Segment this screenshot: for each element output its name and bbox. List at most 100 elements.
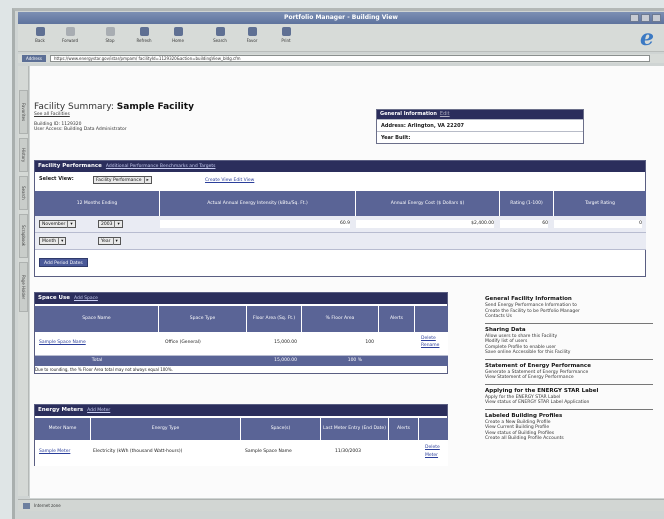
tab-history[interactable]: History — [19, 138, 28, 172]
sidebar-link[interactable]: View status of ENERGY STAR Label Applica… — [485, 400, 653, 406]
table-row: Sample Space Name Office (General) 15,00… — [35, 332, 448, 356]
chevron-down-icon: ▾ — [114, 221, 120, 228]
col-space-name: Space Name — [35, 306, 159, 332]
general-info-header: General Information Edit — [377, 110, 583, 119]
intensity-value: 60.9 — [160, 220, 350, 228]
year-select-value: 2003 — [101, 222, 113, 227]
favorites-button[interactable]: Favor — [240, 27, 264, 43]
sidebar-link[interactable]: Save online Accessible for this Facility — [485, 350, 653, 356]
performance-title: Facility Performance — [38, 163, 102, 169]
divider — [485, 322, 653, 324]
page-content: Facility Summary: Sample Facility See al… — [30, 66, 664, 498]
chevron-down-icon: ▾ — [112, 238, 118, 245]
facility-name: Sample Facility — [116, 102, 194, 112]
back-label: Back — [35, 38, 45, 43]
search-label: Search — [213, 38, 227, 43]
total-pct: 100 % — [347, 358, 362, 363]
close-button[interactable] — [652, 14, 661, 22]
view-select-value: Facility Performance — [96, 178, 142, 183]
col-space-type: Space Type — [159, 306, 247, 332]
forward-label: Forward — [61, 38, 79, 43]
space-rename-link[interactable]: Rename — [421, 342, 439, 350]
col-energy-intensity: Actual Annual Energy Intensity (kBtu/Sq.… — [160, 191, 356, 216]
col-alerts: Alerts — [379, 306, 415, 332]
select-view-label: Select View: — [39, 176, 74, 182]
performance-row-1: November ▾ 2003 ▾ 60.9 $2,400.00 60 0 — [35, 216, 646, 233]
sidebar-link[interactable]: View Statement of Energy Performance — [485, 375, 653, 381]
tab-page-holder[interactable]: Page Holder — [19, 262, 28, 312]
space-use-title: Space Use — [38, 295, 70, 301]
tab-search[interactable]: Search — [19, 176, 28, 210]
search-button[interactable]: Search — [208, 27, 232, 43]
month-select-2[interactable]: Month ▾ — [39, 237, 67, 245]
col-pct-floor-area: % Floor Area — [302, 306, 379, 332]
month-select[interactable]: November ▾ — [39, 220, 76, 228]
home-icon — [173, 27, 183, 36]
search-icon — [215, 27, 225, 36]
stop-button[interactable]: Stop — [98, 27, 122, 43]
col-spaces: Space(s) — [241, 418, 321, 440]
back-button[interactable]: Back — [28, 27, 52, 43]
window-controls — [630, 14, 661, 22]
sidebar-link[interactable]: Contacts Us — [485, 314, 653, 320]
meter-edit-link[interactable]: Meter — [425, 452, 438, 460]
year-built-row: Year Built: — [377, 131, 583, 143]
space-type: Office (General) — [165, 340, 201, 345]
sharing-data-title: Sharing Data — [485, 326, 526, 333]
col-floor-area: Floor Area (Sq. Ft.) — [247, 306, 302, 332]
meter-delete-link[interactable]: Delete — [425, 444, 440, 452]
col-meter-actions — [419, 418, 448, 440]
building-profiles-title: Labeled Building Profiles — [485, 412, 563, 419]
refresh-label: Refresh — [136, 38, 152, 43]
year-select-2[interactable]: Year ▾ — [98, 237, 121, 245]
stop-icon — [105, 27, 115, 36]
space-use-panel: Space Use Add Space Space Name Space Type… — [34, 292, 448, 374]
view-select[interactable]: Facility Performance ▸ — [93, 176, 152, 184]
add-meter-link[interactable]: Add Meter — [87, 408, 110, 413]
see-all-facilities-link[interactable]: See all Facilities — [34, 112, 364, 117]
user-access: User Access: Building Data Administrator — [34, 127, 127, 132]
meter-space: Sample Space Name — [245, 449, 292, 454]
address-bar: Address https://www.energystar.gov/istar… — [18, 54, 664, 63]
general-information-box: General Information Edit Address: Arlingt… — [376, 109, 584, 144]
performance-benchmarks-link[interactable]: Additional Performance Benchmarks and Ta… — [106, 164, 216, 169]
col-meter-name: Meter Name — [35, 418, 91, 440]
energy-meters-header: Energy Meters Add Meter — [35, 405, 447, 416]
energy-meters-title: Energy Meters — [38, 407, 84, 413]
address-input[interactable]: https://www.energystar.gov/istar/pmpam/ … — [50, 55, 650, 62]
col-months-ending: 12 Months Ending — [35, 191, 160, 216]
rounding-note: Due to rounding, the % Floor Area total … — [35, 367, 173, 372]
col-rating: Rating (1-100) — [500, 191, 554, 216]
forward-button[interactable]: Forward — [58, 27, 82, 43]
title-bar: Portfolio Manager - Building View — [18, 12, 664, 24]
home-label: Home — [172, 38, 184, 43]
refresh-icon — [139, 27, 149, 36]
general-info-edit-link[interactable]: Edit — [440, 111, 450, 117]
col-meter-alerts: Alerts — [389, 418, 419, 440]
sidebar-link[interactable]: Create all Building Profile Accounts — [485, 436, 653, 442]
print-icon — [281, 27, 291, 36]
print-button[interactable]: Print — [274, 27, 298, 43]
col-energy-cost: Annual Energy Cost ($ Dollars $) — [356, 191, 500, 216]
minimize-button[interactable] — [630, 14, 639, 22]
performance-row-2: Month ▾ Year ▾ — [35, 233, 646, 250]
meter-name-link[interactable]: Sample Meter — [39, 448, 70, 456]
col-energy-type: Energy Type — [91, 418, 241, 440]
maximize-button[interactable] — [641, 14, 650, 22]
tab-favorites[interactable]: Favorites — [19, 90, 28, 134]
add-space-link[interactable]: Add Space — [74, 296, 98, 301]
create-edit-view-link[interactable]: Create View Edit View — [205, 178, 254, 183]
general-facility-title: General Facility Information — [485, 296, 572, 302]
side-tab-strip: Favorites History Search Scrapbook Page … — [18, 66, 29, 496]
year-select[interactable]: 2003 ▾ — [98, 220, 123, 228]
divider — [485, 408, 653, 410]
space-total-row: Total 15,000.00 100 % — [35, 356, 448, 366]
space-name-link[interactable]: Sample Space Name — [39, 339, 86, 347]
refresh-button[interactable]: Refresh — [132, 27, 156, 43]
favorites-icon — [247, 27, 257, 36]
tab-scrapbook[interactable]: Scrapbook — [19, 214, 28, 258]
add-period-button[interactable]: Add Period Dates — [39, 258, 88, 267]
meter-last-entry: 11/30/2003 — [335, 449, 361, 454]
home-button[interactable]: Home — [166, 27, 190, 43]
col-last-entry: Last Meter Entry (End Date) — [321, 418, 389, 440]
